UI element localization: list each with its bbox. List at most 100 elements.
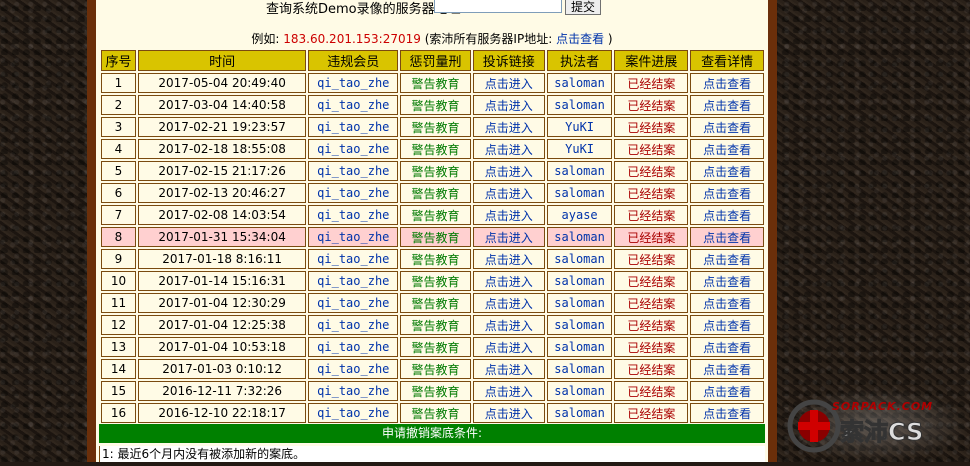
cell-officer-link[interactable]: saloman xyxy=(546,271,613,291)
cell-complaint-link[interactable]: 点击进入 xyxy=(472,205,545,225)
table-row: 4 2017-02-18 18:55:08 qi_tao_zhe 警告教育 点击进入 Yu… xyxy=(101,139,764,159)
cell-detail-link[interactable]: 点击查看 xyxy=(690,337,764,357)
cell-officer-link[interactable]: saloman xyxy=(546,403,613,423)
cell-detail-link[interactable]: 点击查看 xyxy=(690,381,764,401)
cell-member-link[interactable]: qi_tao_zhe xyxy=(308,205,399,225)
cell-detail-link[interactable]: 点击查看 xyxy=(690,95,764,115)
cell-detail-link[interactable]: 点击查看 xyxy=(690,183,764,203)
cell-officer-link[interactable]: saloman xyxy=(546,249,613,269)
cell-member-link[interactable]: qi_tao_zhe xyxy=(308,139,399,159)
cell-officer-link[interactable]: saloman xyxy=(546,381,613,401)
cell-detail-link[interactable]: 点击查看 xyxy=(690,139,764,159)
cell-penalty: 警告教育 xyxy=(400,381,471,401)
cell-complaint-link[interactable]: 点击进入 xyxy=(472,161,545,181)
cell-member-link[interactable]: qi_tao_zhe xyxy=(308,117,399,137)
submit-button[interactable]: 提交 xyxy=(565,0,601,15)
example-ip: 183.60.201.153:27019 xyxy=(283,32,421,46)
cell-detail-link[interactable]: 点击查看 xyxy=(690,271,764,291)
cell-detail-link[interactable]: 点击查看 xyxy=(690,315,764,335)
cell-complaint-link[interactable]: 点击进入 xyxy=(472,381,545,401)
table-row: 1 2017-05-04 20:49:40 qi_tao_zhe 警告教育 点击进入 sa… xyxy=(101,73,764,93)
cell-num: 1 xyxy=(101,73,136,93)
cell-member-link[interactable]: qi_tao_zhe xyxy=(308,381,399,401)
cell-detail-link[interactable]: 点击查看 xyxy=(690,403,764,423)
cell-penalty: 警告教育 xyxy=(400,337,471,357)
cell-member-link[interactable]: qi_tao_zhe xyxy=(308,271,399,291)
cell-member-link[interactable]: qi_tao_zhe xyxy=(308,315,399,335)
cell-num: 4 xyxy=(101,139,136,159)
cell-member-link[interactable]: qi_tao_zhe xyxy=(308,161,399,181)
cell-complaint-link[interactable]: 点击进入 xyxy=(472,117,545,137)
cell-member-link[interactable]: qi_tao_zhe xyxy=(308,403,399,423)
cell-penalty: 警告教育 xyxy=(400,359,471,379)
cell-member-link[interactable]: qi_tao_zhe xyxy=(308,249,399,269)
cell-num: 12 xyxy=(101,315,136,335)
cell-time: 2017-01-03 0:10:12 xyxy=(137,359,307,379)
cell-member-link[interactable]: qi_tao_zhe xyxy=(308,227,399,247)
cell-complaint-link[interactable]: 点击进入 xyxy=(472,227,545,247)
cell-officer-link[interactable]: saloman xyxy=(546,183,613,203)
cell-member-link[interactable]: qi_tao_zhe xyxy=(308,183,399,203)
cell-detail-link[interactable]: 点击查看 xyxy=(690,227,764,247)
cell-officer-link[interactable]: saloman xyxy=(546,315,613,335)
cell-officer-link[interactable]: saloman xyxy=(546,359,613,379)
cell-detail-link[interactable]: 点击查看 xyxy=(690,117,764,137)
cell-detail-link[interactable]: 点击查看 xyxy=(690,293,764,313)
cell-penalty: 警告教育 xyxy=(400,139,471,159)
server-list-link[interactable]: 点击查看 xyxy=(556,32,604,46)
cell-member-link[interactable]: qi_tao_zhe xyxy=(308,73,399,93)
header-officer: 执法者 xyxy=(546,50,613,71)
cell-member-link[interactable]: qi_tao_zhe xyxy=(308,337,399,357)
cell-progress: 已经结案 xyxy=(614,359,689,379)
cell-complaint-link[interactable]: 点击进入 xyxy=(472,183,545,203)
cell-complaint-link[interactable]: 点击进入 xyxy=(472,95,545,115)
cell-detail-link[interactable]: 点击查看 xyxy=(690,359,764,379)
cell-officer-link[interactable]: saloman xyxy=(546,95,613,115)
cell-officer-link[interactable]: ayase xyxy=(546,205,613,225)
cell-complaint-link[interactable]: 点击进入 xyxy=(472,139,545,159)
table-row: 11 2017-01-04 12:30:29 qi_tao_zhe 警告教育 点击进入 s… xyxy=(101,293,764,313)
cell-officer-link[interactable]: saloman xyxy=(546,73,613,93)
cell-complaint-link[interactable]: 点击进入 xyxy=(472,73,545,93)
cell-complaint-link[interactable]: 点击进入 xyxy=(472,403,545,423)
cell-penalty: 警告教育 xyxy=(400,271,471,291)
site-watermark: 索沛CS SORPACK.COM xyxy=(782,388,970,462)
cell-complaint-link[interactable]: 点击进入 xyxy=(472,249,545,269)
cell-penalty: 警告教育 xyxy=(400,205,471,225)
cell-officer-link[interactable]: YuKI xyxy=(546,139,613,159)
cell-officer-link[interactable]: YuKI xyxy=(546,117,613,137)
cell-detail-link[interactable]: 点击查看 xyxy=(690,205,764,225)
search-input[interactable] xyxy=(434,0,562,13)
cell-num: 6 xyxy=(101,183,136,203)
cell-complaint-link[interactable]: 点击进入 xyxy=(472,359,545,379)
cell-penalty: 警告教育 xyxy=(400,161,471,181)
cell-detail-link[interactable]: 点击查看 xyxy=(690,249,764,269)
cell-time: 2017-01-14 15:16:31 xyxy=(137,271,307,291)
cell-progress: 已经结案 xyxy=(614,381,689,401)
cell-member-link[interactable]: qi_tao_zhe xyxy=(308,95,399,115)
cell-complaint-link[interactable]: 点击进入 xyxy=(472,315,545,335)
cell-member-link[interactable]: qi_tao_zhe xyxy=(308,293,399,313)
cell-member-link[interactable]: qi_tao_zhe xyxy=(308,359,399,379)
table-row: 12 2017-01-04 12:25:38 qi_tao_zhe 警告教育 点击进入 s… xyxy=(101,315,764,335)
cell-time: 2017-01-31 15:34:04 xyxy=(137,227,307,247)
cell-num: 13 xyxy=(101,337,136,357)
cell-num: 5 xyxy=(101,161,136,181)
table-row: 9 2017-01-18 8:16:11 qi_tao_zhe 警告教育 点击进入 sal… xyxy=(101,249,764,269)
cell-complaint-link[interactable]: 点击进入 xyxy=(472,337,545,357)
cell-officer-link[interactable]: saloman xyxy=(546,227,613,247)
header-detail: 查看详情 xyxy=(690,50,764,71)
cell-officer-link[interactable]: saloman xyxy=(546,161,613,181)
cell-detail-link[interactable]: 点击查看 xyxy=(690,73,764,93)
cell-complaint-link[interactable]: 点击进入 xyxy=(472,271,545,291)
cell-officer-link[interactable]: saloman xyxy=(546,293,613,313)
cell-progress: 已经结案 xyxy=(614,205,689,225)
cell-detail-link[interactable]: 点击查看 xyxy=(690,161,764,181)
cell-penalty: 警告教育 xyxy=(400,315,471,335)
cell-progress: 已经结案 xyxy=(614,161,689,181)
cell-num: 8 xyxy=(101,227,136,247)
cell-time: 2017-02-13 20:46:27 xyxy=(137,183,307,203)
cell-officer-link[interactable]: saloman xyxy=(546,337,613,357)
cell-complaint-link[interactable]: 点击进入 xyxy=(472,293,545,313)
cell-penalty: 警告教育 xyxy=(400,117,471,137)
